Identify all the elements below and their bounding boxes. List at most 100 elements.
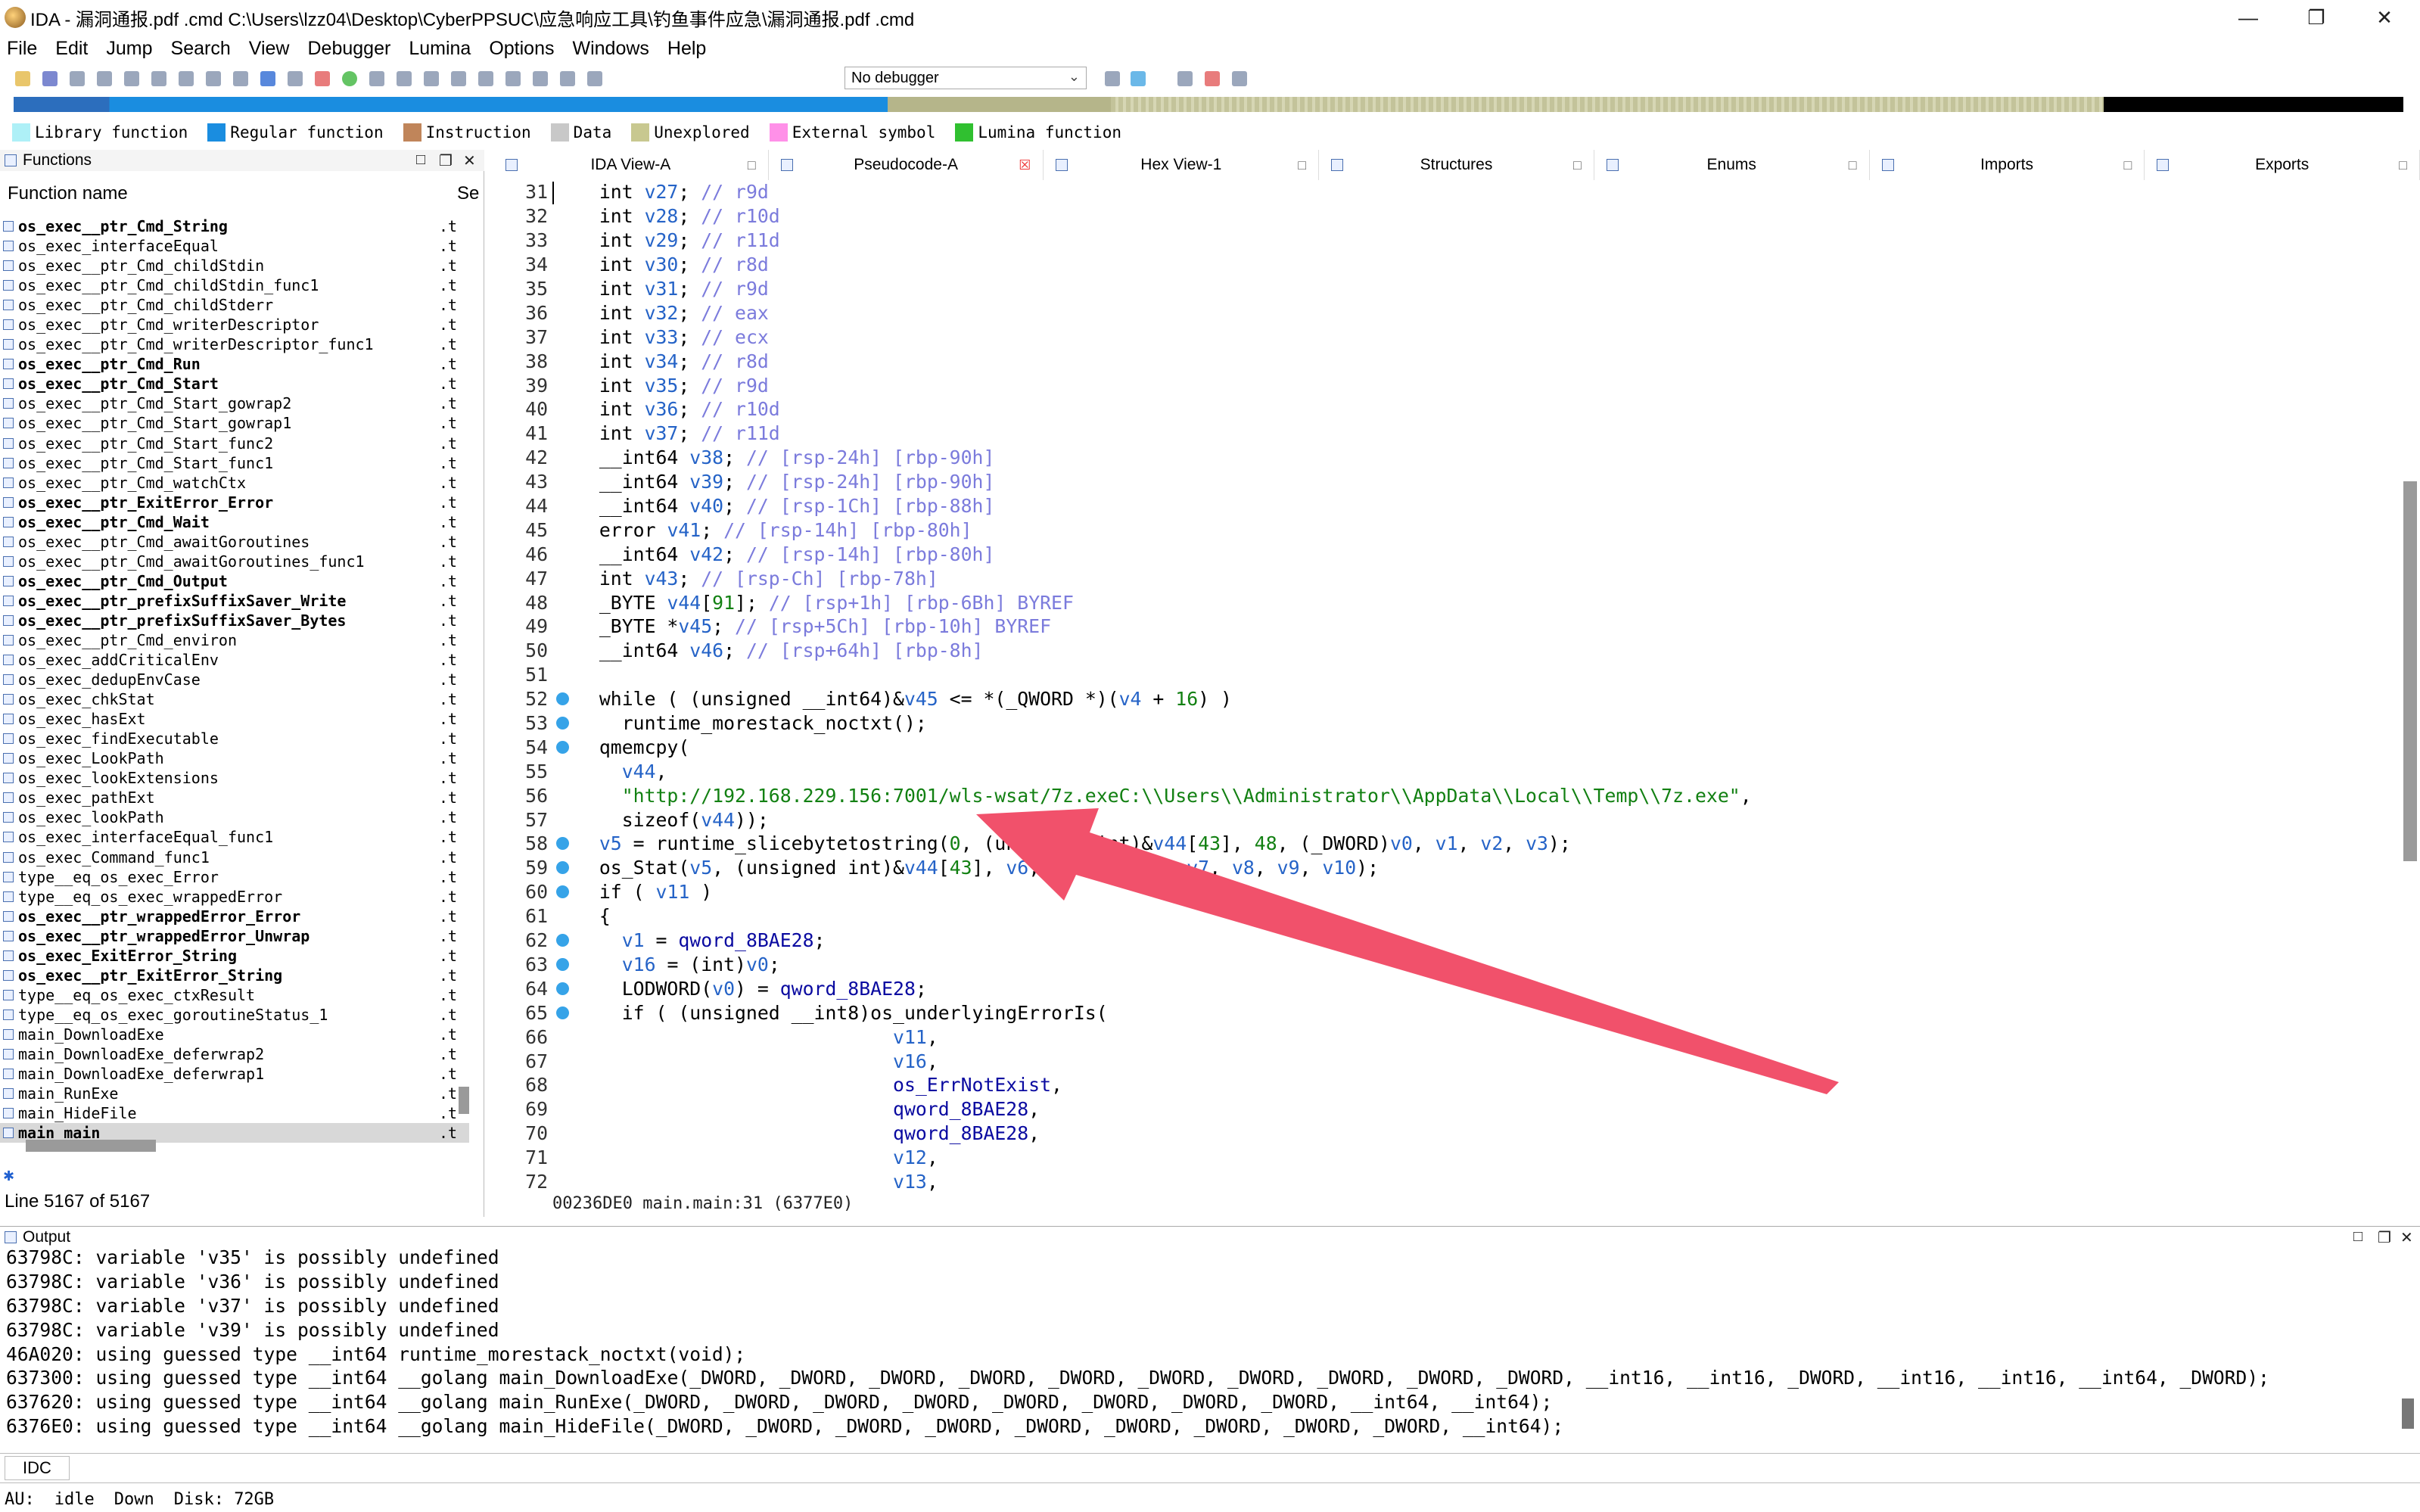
panel-float-icon[interactable]: ❐ bbox=[439, 151, 453, 170]
maximize-button[interactable]: ❐ bbox=[2282, 0, 2350, 35]
function-row[interactable]: os_exec__ptr_Cmd_Start_gowrap2 .t bbox=[0, 394, 469, 413]
code-line[interactable]: 70 qword_8BAE28, bbox=[493, 1122, 2400, 1146]
menu-lumina[interactable]: Lumina bbox=[409, 38, 471, 60]
string-icon[interactable] bbox=[424, 71, 439, 86]
code-line[interactable]: 35 int v31; // r9d bbox=[493, 277, 2400, 301]
function-row[interactable]: os_exec__ptr_Cmd_environ .t bbox=[0, 630, 469, 650]
menu-search[interactable]: Search bbox=[171, 38, 231, 60]
function-row[interactable]: os_exec__ptr_Cmd_watchCtx .t bbox=[0, 473, 469, 493]
idc-button[interactable]: IDC bbox=[5, 1456, 70, 1480]
function-row[interactable]: os_exec__ptr_Cmd_writerDescriptor .t bbox=[0, 315, 469, 334]
tab-close-icon[interactable]: □ bbox=[1298, 157, 1306, 173]
function-row[interactable]: os_exec_interfaceEqual .t bbox=[0, 236, 469, 256]
code-line[interactable]: 69 qword_8BAE28, bbox=[493, 1097, 2400, 1122]
code-line[interactable]: 68 os_ErrNotExist, bbox=[493, 1073, 2400, 1097]
code-line[interactable]: 67 v16, bbox=[493, 1049, 2400, 1073]
function-row[interactable]: os_exec_Command_func1 .t bbox=[0, 848, 469, 867]
function-row[interactable]: main_RunExe .t bbox=[0, 1084, 469, 1103]
function-row[interactable]: os_exec__ptr_Cmd_Start_func1 .t bbox=[0, 453, 469, 473]
code-line[interactable]: 43 __int64 v39; // [rsp-24h] [rbp-90h] bbox=[493, 470, 2400, 494]
menu-jump[interactable]: Jump bbox=[106, 38, 152, 60]
tab-close-icon[interactable]: □ bbox=[1849, 157, 1857, 173]
tab-hex-view-1[interactable]: Hex View-1 □ bbox=[1044, 150, 1320, 180]
function-row[interactable]: os_exec__ptr_Cmd_String .t bbox=[0, 216, 469, 236]
attach-icon[interactable] bbox=[1105, 71, 1120, 86]
open-icon[interactable] bbox=[15, 71, 30, 86]
function-row[interactable]: os_exec__ptr_Cmd_Start .t bbox=[0, 374, 469, 394]
function-row[interactable]: os_exec__ptr_Cmd_awaitGoroutines .t bbox=[0, 532, 469, 552]
struct-icon[interactable] bbox=[451, 71, 466, 86]
breakpoint-icon[interactable] bbox=[1205, 71, 1220, 86]
tab-structures[interactable]: Structures □ bbox=[1319, 150, 1594, 180]
menu-debugger[interactable]: Debugger bbox=[308, 38, 391, 60]
breakpoint-dot[interactable] bbox=[548, 717, 577, 730]
function-row[interactable]: os_exec__ptr_Cmd_writerDescriptor_func1.… bbox=[0, 334, 469, 354]
function-row[interactable]: os_exec__ptr_Cmd_Start_gowrap1 .t bbox=[0, 413, 469, 433]
menu-options[interactable]: Options bbox=[489, 38, 554, 60]
refresh-icon[interactable] bbox=[1131, 71, 1146, 86]
breakpoint-dot[interactable] bbox=[548, 861, 577, 875]
close-button[interactable]: ✕ bbox=[2350, 0, 2418, 35]
code-line[interactable]: 65 if ( (unsigned __int8)os_underlyingEr… bbox=[493, 1000, 2400, 1025]
output-float-icon[interactable]: ❐ bbox=[2378, 1228, 2391, 1247]
code-line[interactable]: 50 __int64 v46; // [rsp+64h] [rbp-8h] bbox=[493, 639, 2400, 663]
code-line[interactable]: 34 int v30; // r8d bbox=[493, 253, 2400, 277]
function-row[interactable]: os_exec_interfaceEqual_func1 .t bbox=[0, 827, 469, 847]
debugger-select[interactable]: No debugger ⌄ bbox=[845, 67, 1087, 89]
function-row[interactable]: os_exec_hasExt .t bbox=[0, 709, 469, 729]
function-row[interactable]: os_exec_pathExt .t bbox=[0, 788, 469, 807]
output-scrollbar[interactable] bbox=[2402, 1398, 2414, 1429]
function-row[interactable]: type__eq_os_exec_ctxResult .t bbox=[0, 985, 469, 1005]
code-line[interactable]: 64 LODWORD(v0) = qword_8BAE28; bbox=[493, 976, 2400, 1000]
function-row[interactable]: os_exec_lookExtensions .t bbox=[0, 768, 469, 788]
code-line[interactable]: 55 v44, bbox=[493, 759, 2400, 783]
breakpoint-dot[interactable] bbox=[548, 982, 577, 995]
code-line[interactable]: 59 os_Stat(v5, (unsigned int)&v44[43], v… bbox=[493, 856, 2400, 880]
history-icon[interactable] bbox=[124, 71, 139, 86]
code-line[interactable]: 45 error v41; // [rsp-14h] [rbp-80h] bbox=[493, 518, 2400, 542]
function-row[interactable]: os_exec__ptr_Cmd_Output .t bbox=[0, 571, 469, 591]
menu-view[interactable]: View bbox=[249, 38, 290, 60]
breakpoint-dot[interactable] bbox=[548, 837, 577, 851]
menu-edit[interactable]: Edit bbox=[55, 38, 88, 60]
code-line[interactable]: 49 _BYTE *v45; // [rsp+5Ch] [rbp-10h] BY… bbox=[493, 614, 2400, 639]
code-line[interactable]: 66 v11, bbox=[493, 1025, 2400, 1049]
tab-close-icon[interactable]: □ bbox=[2123, 157, 2132, 173]
tab-close-icon[interactable]: □ bbox=[1573, 157, 1582, 173]
tab-ida-view-a[interactable]: IDA View-A □ bbox=[493, 150, 769, 180]
down-arrow-icon[interactable] bbox=[260, 71, 275, 86]
panel-close-icon[interactable]: ✕ bbox=[463, 151, 476, 170]
code-line[interactable]: 52 while ( (unsigned __int64)&v45 <= *(_… bbox=[493, 687, 2400, 711]
chart-icon[interactable] bbox=[315, 71, 330, 86]
code-line[interactable]: 39 int v35; // r9d bbox=[493, 373, 2400, 397]
column-segment[interactable]: Se bbox=[457, 183, 484, 204]
code-line[interactable]: 63 v16 = (int)v0; bbox=[493, 953, 2400, 977]
pause-icon[interactable] bbox=[560, 71, 575, 86]
function-row[interactable]: os_exec__ptr_Cmd_childStdin_func1 .t bbox=[0, 275, 469, 295]
function-row[interactable]: os_exec_ExitError_String .t bbox=[0, 946, 469, 966]
stop-debug-icon[interactable] bbox=[587, 71, 602, 86]
function-row[interactable]: os_exec__ptr_Cmd_childStderr .t bbox=[0, 295, 469, 315]
code-line[interactable]: 44 __int64 v40; // [rsp-1Ch] [rbp-88h] bbox=[493, 494, 2400, 518]
undefine-icon[interactable] bbox=[478, 71, 493, 86]
navigation-band[interactable] bbox=[14, 97, 2403, 112]
breakpoint-dot[interactable] bbox=[548, 1006, 577, 1019]
search-icon[interactable] bbox=[233, 71, 248, 86]
code-line[interactable]: 54 qmemcpy( bbox=[493, 735, 2400, 759]
panel-restore-icon[interactable]: □ bbox=[416, 151, 425, 169]
pseudocode-scrollbar[interactable] bbox=[2403, 481, 2417, 861]
code-line[interactable]: 36 int v32; // eax bbox=[493, 300, 2400, 325]
data-icon[interactable] bbox=[397, 71, 412, 86]
code-line[interactable]: 46 __int64 v42; // [rsp-14h] [rbp-80h] bbox=[493, 542, 2400, 566]
tab-enums[interactable]: Enums □ bbox=[1594, 150, 1870, 180]
code-line[interactable]: 33 int v29; // r11d bbox=[493, 229, 2400, 253]
function-row[interactable]: os_exec_LookPath .t bbox=[0, 748, 469, 768]
function-row[interactable]: os_exec_findExecutable .t bbox=[0, 729, 469, 748]
trace-icon[interactable] bbox=[1232, 71, 1247, 86]
function-row[interactable]: os_exec__ptr_ExitError_String .t bbox=[0, 966, 469, 985]
tab-close-icon[interactable]: □ bbox=[2399, 157, 2407, 173]
output-close-icon[interactable]: ✕ bbox=[2400, 1228, 2413, 1247]
column-function-name[interactable]: Function name bbox=[8, 183, 457, 204]
code-line[interactable]: 51 bbox=[493, 663, 2400, 687]
function-row[interactable]: os_exec__ptr_ExitError_Error .t bbox=[0, 493, 469, 512]
